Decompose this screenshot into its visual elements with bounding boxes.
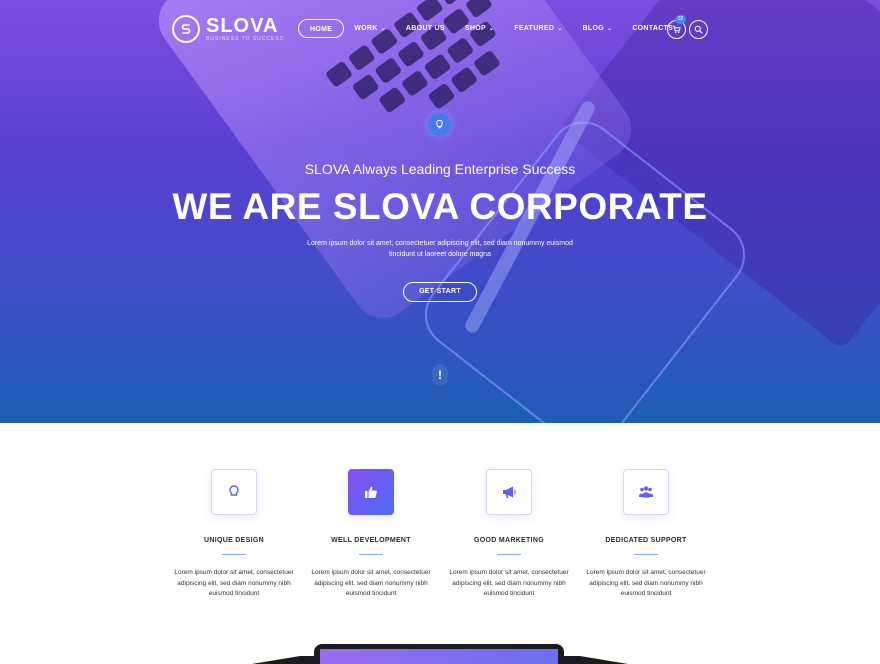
feature-title: WELL DEVELOPMENT xyxy=(331,537,411,544)
hero-title: WE ARE SLOVA CORPORATE xyxy=(172,186,708,227)
divider xyxy=(634,554,658,555)
cart-count-badge: 02 xyxy=(675,15,686,24)
feature-description: Lorem ipsum dolor sit amet, consectetuer… xyxy=(174,569,294,597)
feature-title: DEDICATED SUPPORT xyxy=(605,537,687,544)
nav-item-label: FEATURED xyxy=(514,25,555,32)
hero-subtitle: SLOVA Always Leading Enterprise Success xyxy=(304,161,576,177)
nav-item-label: ABOUT US xyxy=(405,25,445,32)
chevron-down-icon: ⌄ xyxy=(488,26,495,32)
feature-title: GOOD MARKETING xyxy=(474,537,544,544)
nav-item-label: WORK xyxy=(354,25,378,32)
nav-item-shop[interactable]: SHOP ⌄ xyxy=(455,19,504,38)
feature-card: UNIQUE DESIGN Lorem ipsum dolor sit amet… xyxy=(169,469,299,600)
thumbs-up-icon xyxy=(348,469,394,515)
team-icon xyxy=(623,469,669,515)
nav-item-blog[interactable]: BLOG ⌄ xyxy=(573,19,623,38)
lightbulb-icon xyxy=(428,113,451,136)
nav-item-label: BLOG xyxy=(582,25,604,32)
divider xyxy=(222,554,246,555)
s-logo-icon xyxy=(172,15,200,43)
feature-description: Lorem ipsum dolor sit amet, consectetuer… xyxy=(449,569,569,597)
nav-item-label: SHOP xyxy=(464,25,486,32)
main-menu: HOME WORK ⌄ ABOUT US SHOP ⌄ FEATURED ⌄ BLOG… xyxy=(298,19,683,38)
nav-item-home[interactable]: HOME xyxy=(298,19,345,38)
hero-description: Lorem ipsum dolor sit amet, consectetuer… xyxy=(307,240,573,258)
megaphone-icon xyxy=(486,469,532,515)
chevron-down-icon: ⌄ xyxy=(557,26,563,32)
chevron-down-icon: ⌄ xyxy=(607,26,613,32)
feature-card: DEDICATED SUPPORT Lorem ipsum dolor sit … xyxy=(581,469,711,600)
lightbulb-icon xyxy=(211,469,257,515)
feature-card: GOOD MARKETING Lorem ipsum dolor sit ame… xyxy=(444,469,574,600)
divider xyxy=(359,554,383,555)
feature-title: UNIQUE DESIGN xyxy=(204,537,264,544)
nav-item-label: HOME xyxy=(310,26,333,33)
nav-item-work[interactable]: WORK ⌄ xyxy=(344,19,396,38)
nav-item-about-us[interactable]: ABOUT US xyxy=(396,19,455,38)
device-preview-image xyxy=(240,644,640,664)
scroll-down-icon[interactable]: ! xyxy=(432,364,448,386)
hero-section: SLOVA BUSINESS TO SUCCESS HOME WORK ⌄ ABO… xyxy=(0,0,880,423)
brand-logo[interactable]: SLOVA BUSINESS TO SUCCESS xyxy=(172,15,284,43)
brand-name: SLOVA xyxy=(206,15,279,37)
feature-description: Lorem ipsum dolor sit amet, consectetuer… xyxy=(311,569,431,597)
nav-item-featured[interactable]: FEATURED ⌄ xyxy=(504,19,572,38)
get-start-button[interactable]: GET START xyxy=(403,282,477,302)
brand-tagline: BUSINESS TO SUCCESS xyxy=(206,36,284,42)
chevron-down-icon: ⌄ xyxy=(380,26,386,32)
cart-icon xyxy=(672,25,681,34)
search-button[interactable] xyxy=(689,20,708,39)
top-navigation: SLOVA BUSINESS TO SUCCESS HOME WORK ⌄ ABO… xyxy=(0,0,880,60)
feature-description: Lorem ipsum dolor sit amet, consectetuer… xyxy=(586,569,706,597)
search-icon xyxy=(694,25,703,34)
hero-background-phone xyxy=(411,107,759,423)
divider xyxy=(497,554,521,555)
feature-card: WELL DEVELOPMENT Lorem ipsum dolor sit a… xyxy=(306,469,436,600)
